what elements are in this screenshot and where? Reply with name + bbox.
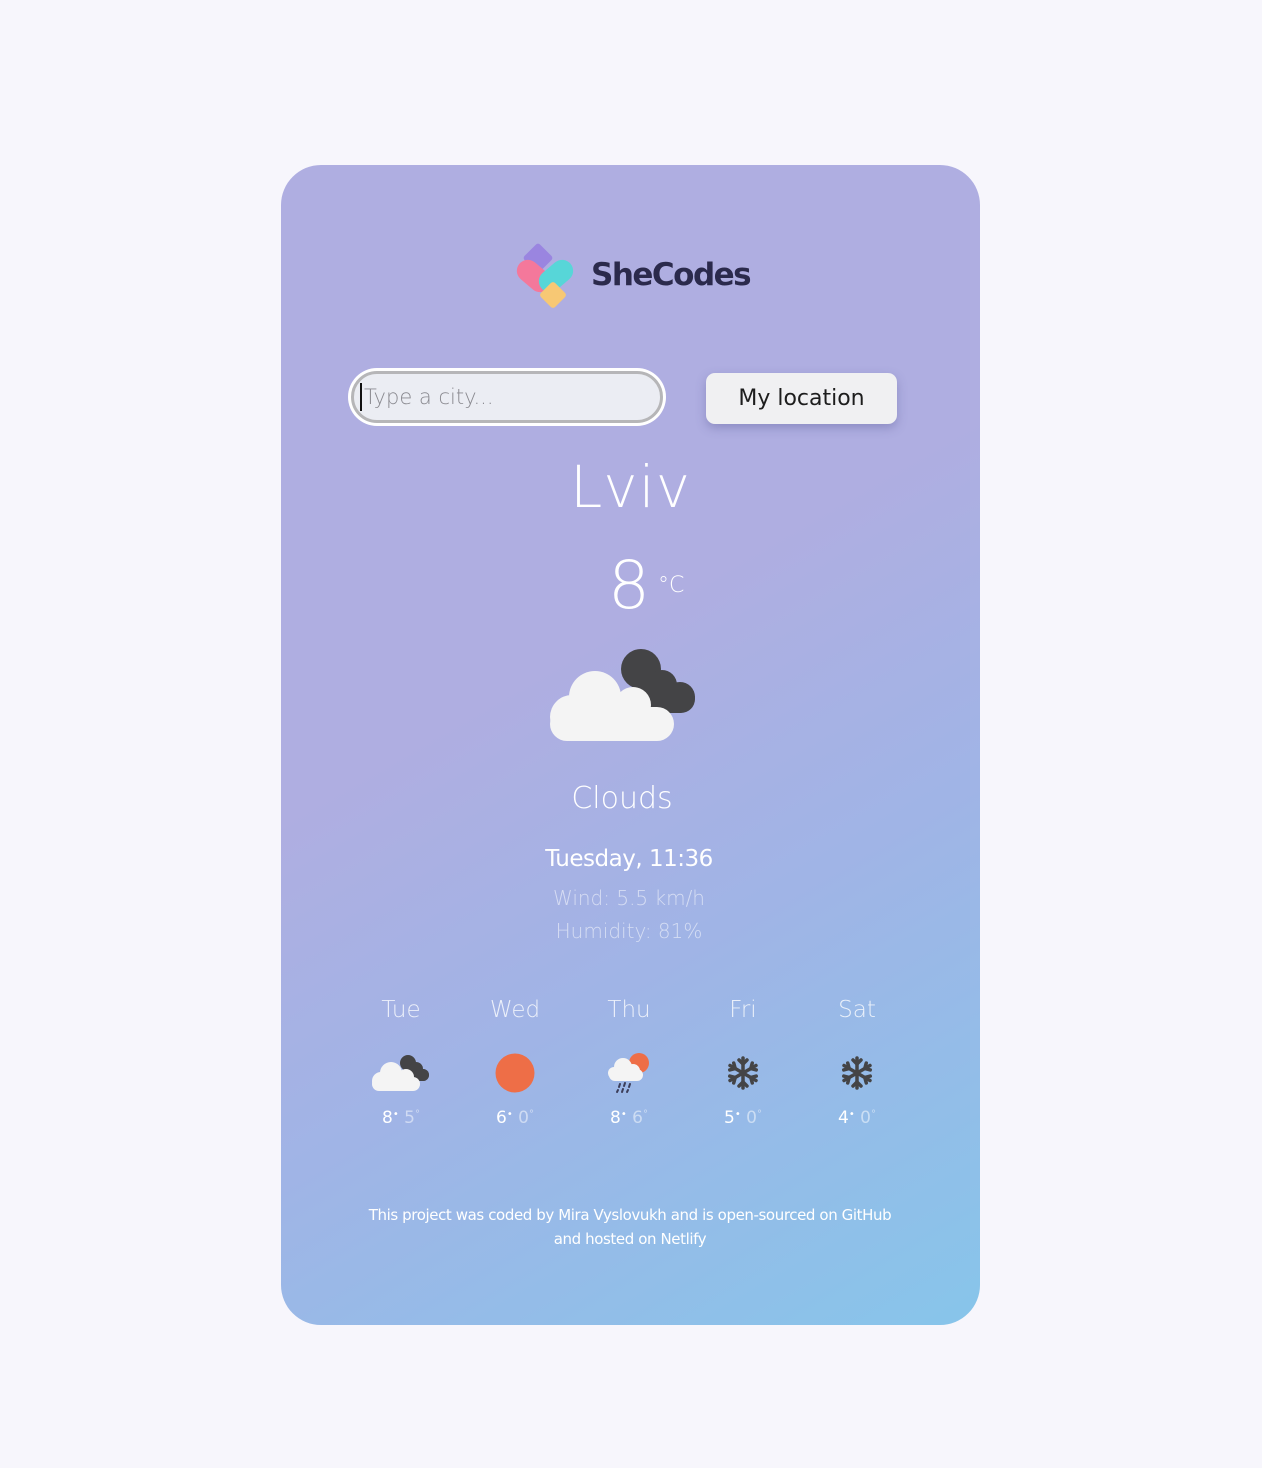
forecast-day: Fri 5• 0°: [686, 997, 800, 1128]
forecast-min: 0: [518, 1108, 529, 1128]
shecodes-logo-icon: [516, 243, 574, 308]
footer-text: This project was coded by: [368, 1206, 559, 1224]
author-link[interactable]: Mira Vyslovukh: [558, 1206, 667, 1224]
forecast-max: 5: [724, 1108, 735, 1128]
forecast-max: 8: [382, 1108, 393, 1128]
forecast-day-name: Tue: [381, 997, 421, 1023]
netlify-link[interactable]: Netlify: [660, 1230, 706, 1248]
footer-text: and is: [666, 1206, 718, 1224]
text-caret: [360, 383, 362, 411]
forecast-list: Tue 8• 5° Wed 6• 0° Thu 8• 6° Fri 5• 0° …: [344, 997, 924, 1147]
snow-icon: [727, 1056, 759, 1090]
sun-icon: [495, 1053, 535, 1093]
forecast-day: Thu 8• 6°: [572, 997, 686, 1128]
wind-speed: Wind: 5.5 km/h: [552, 886, 705, 910]
snow-icon: [841, 1056, 873, 1090]
current-temperature: 8: [608, 547, 650, 624]
forecast-temps: 8• 5°: [382, 1108, 420, 1128]
city-search-input[interactable]: [351, 371, 663, 423]
forecast-day-name: Thu: [607, 997, 651, 1023]
forecast-max: 4: [838, 1108, 849, 1128]
broken-clouds-icon: [550, 649, 695, 741]
forecast-day: Wed 6• 0°: [458, 997, 572, 1128]
forecast-day: Sat 4• 0°: [800, 997, 914, 1128]
my-location-button[interactable]: My location: [706, 373, 897, 424]
forecast-max: 6: [496, 1108, 507, 1128]
forecast-day-name: Fri: [729, 997, 757, 1023]
brand-name: SheCodes: [591, 257, 752, 293]
broken-clouds-icon: [372, 1055, 429, 1091]
humidity: Humidity: 81%: [555, 919, 703, 943]
forecast-temps: 4• 0°: [838, 1108, 876, 1128]
weather-card: SheCodes My location Lviv 8 °C Clouds Tu…: [281, 165, 980, 1325]
shecodes-logo[interactable]: SheCodes: [513, 243, 753, 313]
github-link[interactable]: open-sourced on GitHub: [718, 1206, 892, 1224]
forecast-temps: 6• 0°: [496, 1108, 534, 1128]
temperature-unit[interactable]: °C: [658, 573, 684, 598]
rain-icon: [608, 1053, 649, 1093]
forecast-min: 6: [632, 1108, 643, 1128]
forecast-max: 8: [610, 1108, 621, 1128]
forecast-day-name: Wed: [489, 997, 541, 1023]
weather-description: Clouds: [571, 781, 673, 816]
forecast-day-name: Sat: [838, 997, 876, 1023]
forecast-min: 0: [746, 1108, 757, 1128]
forecast-min: 5: [404, 1108, 415, 1128]
footer: This project was coded by Mira Vyslovukh…: [281, 1203, 979, 1251]
forecast-min: 0: [860, 1108, 871, 1128]
forecast-day: Tue 8• 5°: [344, 997, 458, 1128]
footer-text: and hosted on: [553, 1230, 661, 1248]
city-search-field[interactable]: [348, 368, 666, 426]
city-name: Lviv: [569, 453, 692, 521]
current-datetime: Tuesday, 11:36: [545, 846, 713, 872]
forecast-temps: 5• 0°: [724, 1108, 762, 1128]
forecast-temps: 8• 6°: [610, 1108, 648, 1128]
